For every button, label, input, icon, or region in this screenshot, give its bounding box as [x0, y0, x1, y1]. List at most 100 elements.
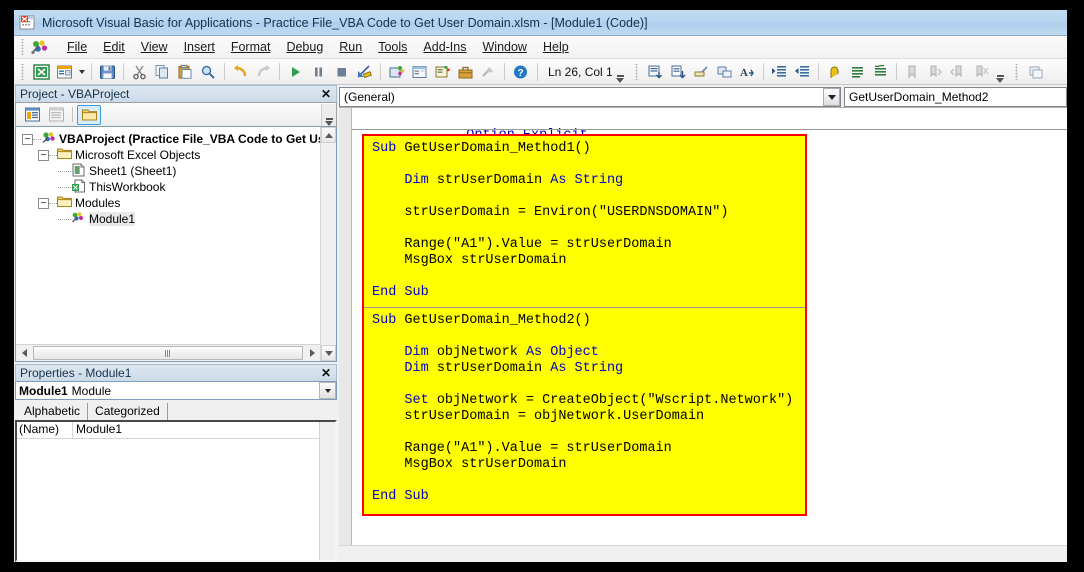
scroll-down-button[interactable]: [321, 345, 336, 361]
menu-addins[interactable]: Add-Ins: [415, 38, 474, 56]
help-icon[interactable]: ?: [509, 61, 532, 83]
menu-run[interactable]: Run: [331, 38, 370, 56]
procedure-combo[interactable]: GetUserDomain_Method2: [844, 87, 1067, 107]
code-editor[interactable]: Option Explicit Sub GetUserDomain_Method…: [339, 107, 1067, 545]
tree-item-excel-objects[interactable]: − Microsoft Excel Objects: [18, 147, 336, 163]
object-browser-icon[interactable]: [431, 61, 454, 83]
project-tree-horizontal-scrollbar[interactable]: [16, 344, 320, 361]
menu-help[interactable]: Help: [535, 38, 577, 56]
redo-icon[interactable]: [252, 61, 275, 83]
menu-edit[interactable]: Edit: [95, 38, 133, 56]
tab-categorized[interactable]: Categorized: [88, 403, 168, 420]
break-icon[interactable]: [307, 61, 330, 83]
scroll-up-button[interactable]: [321, 127, 336, 143]
tree-item-thisworkbook[interactable]: ThisWorkbook: [18, 179, 336, 195]
workbook-icon: [71, 179, 86, 196]
scroll-left-button[interactable]: [16, 346, 32, 361]
paste-icon[interactable]: [174, 61, 197, 83]
view-code-icon[interactable]: [20, 105, 44, 125]
quick-info-icon[interactable]: [690, 61, 713, 83]
outdent-icon[interactable]: [791, 61, 814, 83]
expander-icon[interactable]: −: [22, 133, 33, 145]
edit-toolbar-grip[interactable]: [632, 63, 641, 80]
property-value[interactable]: Module1: [73, 422, 122, 438]
close-icon[interactable]: ✕: [319, 88, 333, 101]
list-properties-icon[interactable]: [644, 61, 667, 83]
view-object-icon[interactable]: [44, 105, 68, 125]
code-line-option-explicit: Option Explicit: [352, 112, 1067, 143]
expander-icon[interactable]: −: [38, 149, 49, 161]
toolbox-icon[interactable]: [454, 61, 477, 83]
comment-block-icon[interactable]: [846, 61, 869, 83]
chevron-down-icon[interactable]: [319, 382, 336, 399]
uncomment-block-icon[interactable]: [869, 61, 892, 83]
worksheet-icon: [71, 163, 86, 180]
clear-bookmarks-icon[interactable]: [970, 61, 993, 83]
tree-item-vbaproject[interactable]: − VBAProject (Practice File_VBA Code to …: [18, 131, 336, 147]
window-icon[interactable]: [1024, 61, 1047, 83]
chevron-down-icon[interactable]: [76, 61, 87, 83]
run-icon[interactable]: [284, 61, 307, 83]
menu-view[interactable]: View: [133, 38, 176, 56]
tree-item-modules[interactable]: − Modules: [18, 195, 336, 211]
tree-item-sheet1[interactable]: Sheet1 (Sheet1): [18, 163, 336, 179]
project-toolbar-overflow-button[interactable]: [321, 103, 336, 126]
insert-userform-icon[interactable]: [53, 61, 76, 83]
complete-word-icon[interactable]: A: [736, 61, 759, 83]
property-row[interactable]: (Name) Module1: [17, 422, 319, 439]
toggle-folders-icon[interactable]: [77, 104, 101, 125]
toolbar-grip[interactable]: [19, 63, 27, 80]
find-icon[interactable]: [197, 61, 220, 83]
folder-icon: [57, 195, 72, 211]
properties-grid[interactable]: (Name) Module1: [15, 420, 337, 562]
edit-toolbar-overflow-button[interactable]: [995, 61, 1006, 83]
parameter-info-icon[interactable]: [713, 61, 736, 83]
properties-window-icon[interactable]: [408, 61, 431, 83]
project-tree-vertical-scrollbar[interactable]: [320, 127, 336, 361]
code-margin-indicator-bar[interactable]: [339, 108, 352, 545]
project-tree[interactable]: − VBAProject (Practice File_VBA Code to …: [15, 126, 337, 362]
menu-format[interactable]: Format: [223, 38, 279, 56]
toolbar-overflow-button[interactable]: [615, 61, 626, 83]
extra-toolbar-grip[interactable]: [1012, 63, 1021, 80]
menu-grip[interactable]: [19, 39, 27, 55]
menu-window[interactable]: Window: [475, 38, 535, 56]
menu-insert[interactable]: Insert: [176, 38, 223, 56]
properties-grid-scrollbar[interactable]: [319, 422, 335, 560]
view-excel-icon[interactable]: [30, 61, 53, 83]
code-text-area[interactable]: Option Explicit Sub GetUserDomain_Method…: [352, 108, 1067, 545]
code-token: MsgBox strUserDomain: [372, 457, 567, 472]
save-icon[interactable]: [96, 61, 119, 83]
indent-icon[interactable]: [768, 61, 791, 83]
close-icon[interactable]: ✕: [319, 367, 333, 380]
list-constants-icon[interactable]: [667, 61, 690, 83]
menu-addins-label: Add-Ins: [423, 40, 467, 54]
design-mode-icon[interactable]: [353, 61, 376, 83]
properties-object-combo[interactable]: Module1 Module: [15, 381, 337, 400]
tab-alphabetic[interactable]: Alphabetic: [17, 403, 89, 420]
chevron-down-icon[interactable]: [823, 88, 840, 106]
code-line: Range("A1").Value = strUserDomain: [364, 237, 805, 253]
scroll-thumb[interactable]: [33, 346, 303, 360]
previous-bookmark-icon[interactable]: [947, 61, 970, 83]
project-explorer-icon[interactable]: [385, 61, 408, 83]
undo-icon[interactable]: [229, 61, 252, 83]
tree-connector: [49, 154, 57, 156]
toggle-breakpoint-icon[interactable]: [823, 61, 846, 83]
scroll-right-button[interactable]: [304, 346, 320, 361]
menu-file[interactable]: File: [59, 38, 95, 56]
menu-tools[interactable]: Tools: [370, 38, 415, 56]
tree-connector: [58, 218, 71, 220]
tree-item-module1[interactable]: Module1: [18, 211, 336, 227]
toggle-bookmark-icon[interactable]: [901, 61, 924, 83]
reset-icon[interactable]: [330, 61, 353, 83]
expander-icon[interactable]: −: [38, 197, 49, 209]
cut-icon[interactable]: [128, 61, 151, 83]
menu-debug[interactable]: Debug: [278, 38, 331, 56]
next-bookmark-icon[interactable]: [924, 61, 947, 83]
wrench-icon[interactable]: [477, 61, 500, 83]
code-token: End Sub: [372, 285, 429, 300]
object-combo[interactable]: (General): [339, 87, 841, 107]
copy-icon[interactable]: [151, 61, 174, 83]
